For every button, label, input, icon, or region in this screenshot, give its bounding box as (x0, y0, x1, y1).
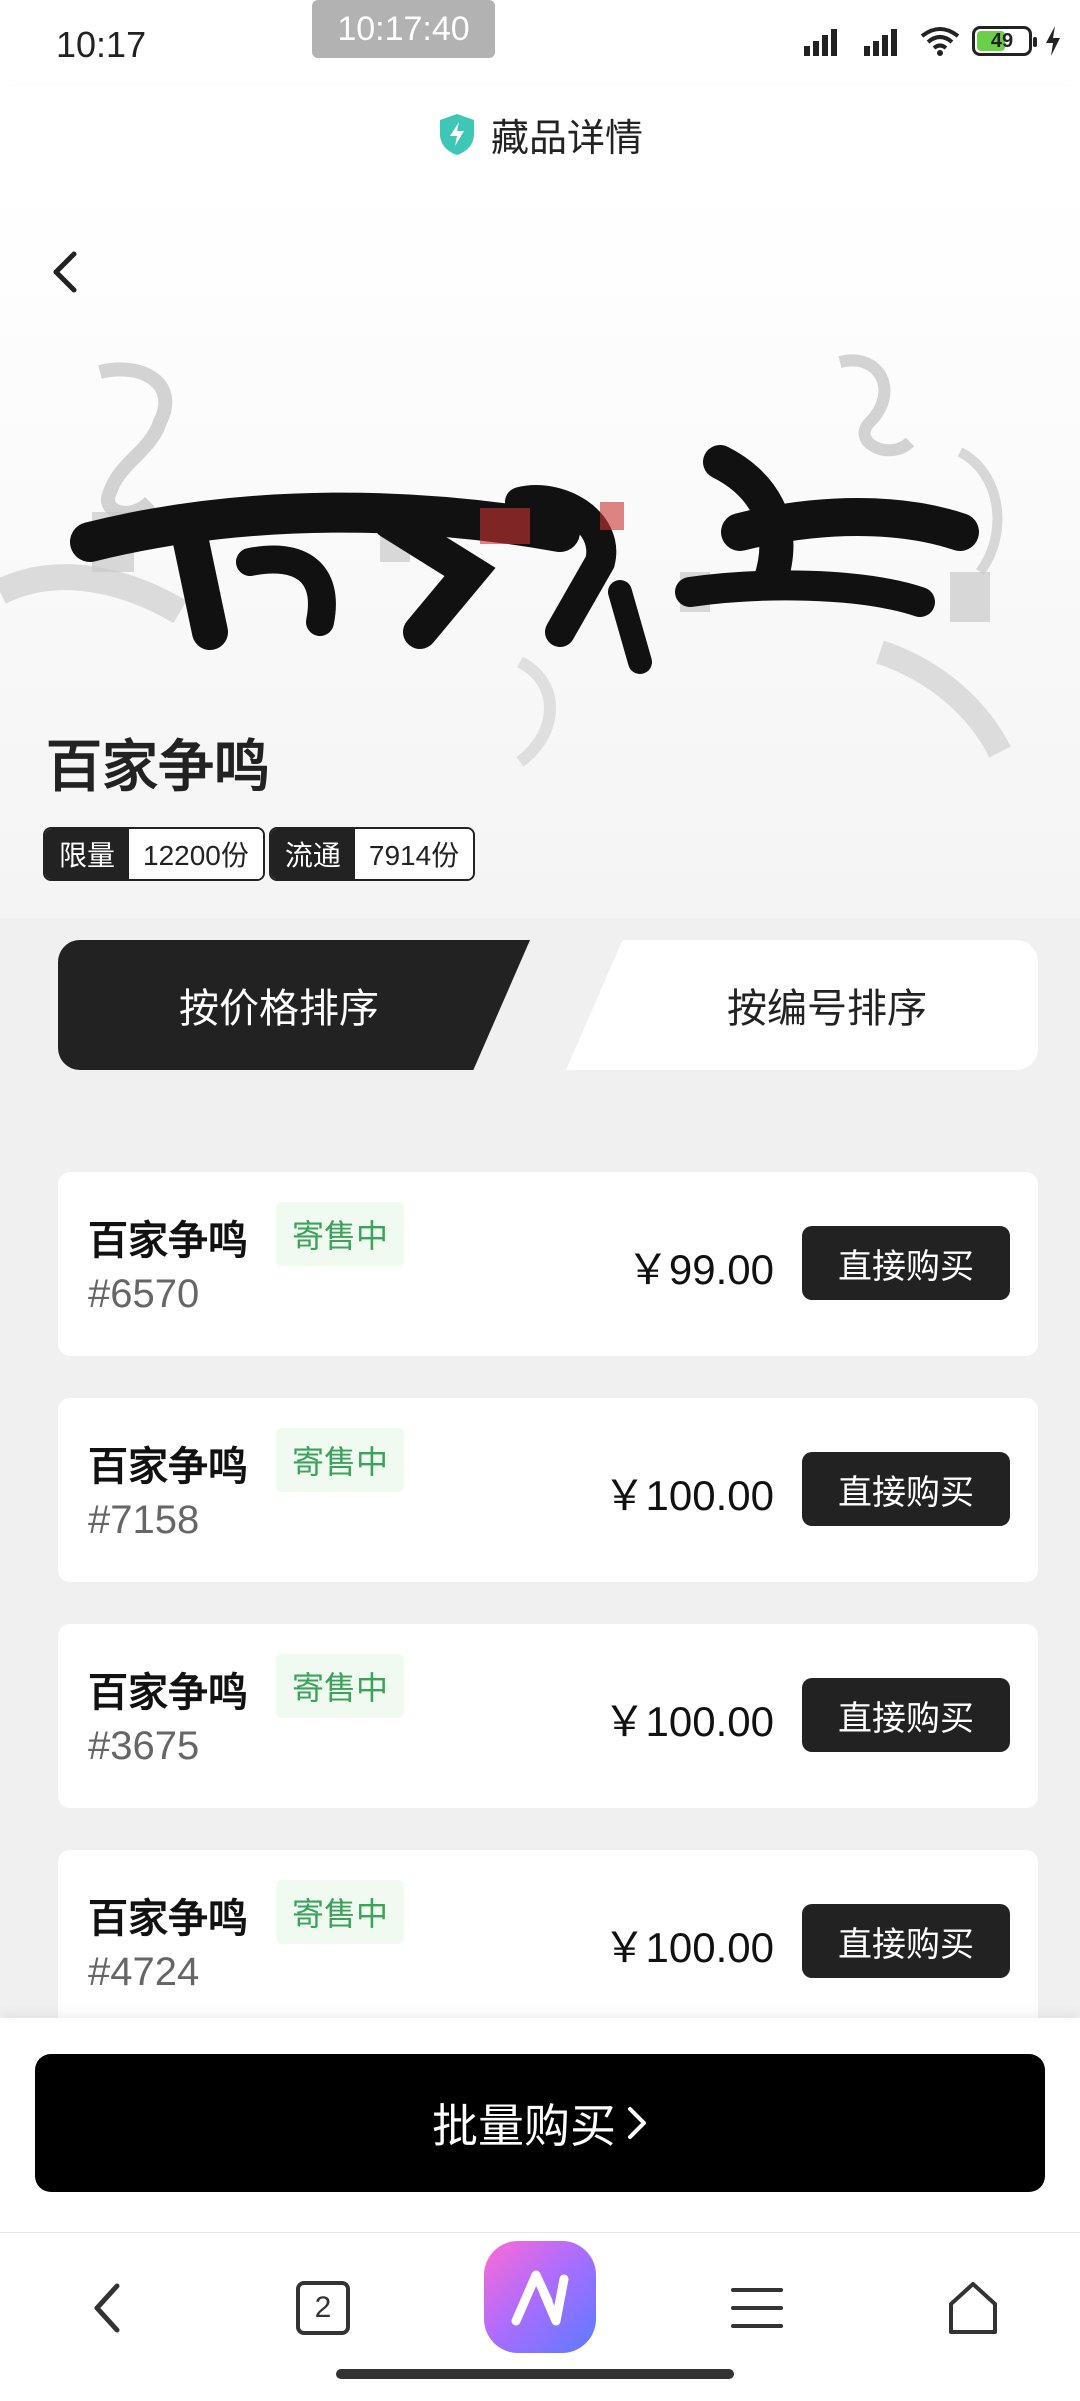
listing-price: ￥100.00 (603, 1472, 774, 1519)
status-bar: 10:17 10:17:40 49 (0, 0, 1080, 86)
home-indicator[interactable] (336, 2369, 734, 2379)
nav-menu-button[interactable] (712, 2263, 802, 2353)
circulation-value: 7914份 (354, 829, 474, 879)
listing-number: #7158 (88, 1498, 200, 1542)
assistant-app-button[interactable] (484, 2241, 596, 2353)
listing-list: 百家争鸣 寄售中 #6570 ￥99.00 直接购买 百家争鸣 寄售中 #715… (58, 1172, 1038, 2076)
title-bar: 藏品详情 (0, 86, 1080, 182)
tab-sort-by-price[interactable]: 按价格排序 (58, 940, 530, 1070)
limit-value: 12200份 (129, 829, 263, 879)
page-title: 藏品详情 (490, 117, 643, 160)
chevron-left-icon (94, 2283, 120, 2333)
listing-name: 百家争鸣 (88, 1897, 248, 1941)
menu-icon (731, 2288, 783, 2328)
listing-item[interactable]: 百家争鸣 寄售中 #3675 ￥100.00 直接购买 (58, 1624, 1038, 1808)
nav-back-button[interactable] (62, 2263, 152, 2353)
wifi-icon (920, 27, 960, 56)
batch-buy-button[interactable]: 批量购买 (35, 2054, 1045, 2192)
buy-now-button[interactable]: 直接购买 (802, 1226, 1010, 1300)
home-icon (949, 2282, 997, 2334)
battery-icon: 49 (972, 26, 1037, 56)
circulation-label: 流通 (270, 829, 355, 879)
assistant-logo-icon (511, 2270, 569, 2326)
listing-price: ￥100.00 (603, 1698, 774, 1745)
status-badge: 寄售中 (276, 1428, 405, 1492)
signal-icon-2 (864, 29, 897, 56)
listing-name: 百家争鸣 (88, 1671, 248, 1715)
nav-home-button[interactable] (928, 2263, 1018, 2353)
limit-label: 限量 (45, 829, 130, 879)
browser-nav-bar: 2 (0, 2232, 1080, 2401)
status-badge: 寄售中 (276, 1202, 405, 1266)
status-badge: 寄售中 (276, 1654, 405, 1718)
tab-count-icon: 2 (296, 2281, 350, 2335)
chevron-right-icon (628, 2107, 646, 2139)
status-badge: 寄售中 (276, 1880, 405, 1944)
batch-buy-bar: 批量购买 (0, 2018, 1080, 2232)
listing-item[interactable]: 百家争鸣 寄售中 #7158 ￥100.00 直接购买 (58, 1398, 1038, 1582)
listing-number: #4724 (88, 1950, 200, 1994)
batch-buy-label: 批量购买 (432, 2100, 616, 2152)
tab-sort-by-number[interactable]: 按编号排序 (566, 940, 1038, 1070)
collection-name: 百家争鸣 (46, 735, 270, 798)
buy-now-button[interactable]: 直接购买 (802, 1678, 1010, 1752)
listing-price: ￥100.00 (603, 1924, 774, 1971)
signal-icon (804, 29, 837, 56)
circulation-badge: 流通 7914份 (268, 827, 476, 881)
listing-name: 百家争鸣 (88, 1219, 248, 1263)
status-time: 10:17 (56, 24, 147, 65)
listing-number: #6570 (88, 1272, 200, 1316)
status-icons: 49 (800, 26, 1062, 56)
buy-now-button[interactable]: 直接购买 (802, 1904, 1010, 1978)
shield-icon (439, 114, 474, 155)
listing-number: #3675 (88, 1724, 200, 1768)
buy-now-button[interactable]: 直接购买 (802, 1452, 1010, 1526)
back-icon[interactable] (36, 242, 96, 302)
nav-tabs-button[interactable]: 2 (278, 2263, 368, 2353)
listing-item[interactable]: 百家争鸣 寄售中 #6570 ￥99.00 直接购买 (58, 1172, 1038, 1356)
battery-level: 49 (990, 29, 1014, 52)
screenshot-time-toast: 10:17:40 (312, 0, 495, 58)
collection-hero: 百家争鸣 限量 12200份 流通 7914份 (0, 182, 1080, 918)
listing-price: ￥99.00 (626, 1246, 774, 1293)
listing-name: 百家争鸣 (88, 1445, 248, 1489)
charging-icon (1046, 26, 1060, 56)
listing-item[interactable]: 百家争鸣 寄售中 #4724 ￥100.00 直接购买 (58, 1850, 1038, 2034)
limit-badge: 限量 12200份 (43, 827, 265, 881)
sort-tabs: 按价格排序 按编号排序 (58, 940, 1038, 1070)
supply-badges: 限量 12200份 流通 7914份 (43, 827, 476, 881)
